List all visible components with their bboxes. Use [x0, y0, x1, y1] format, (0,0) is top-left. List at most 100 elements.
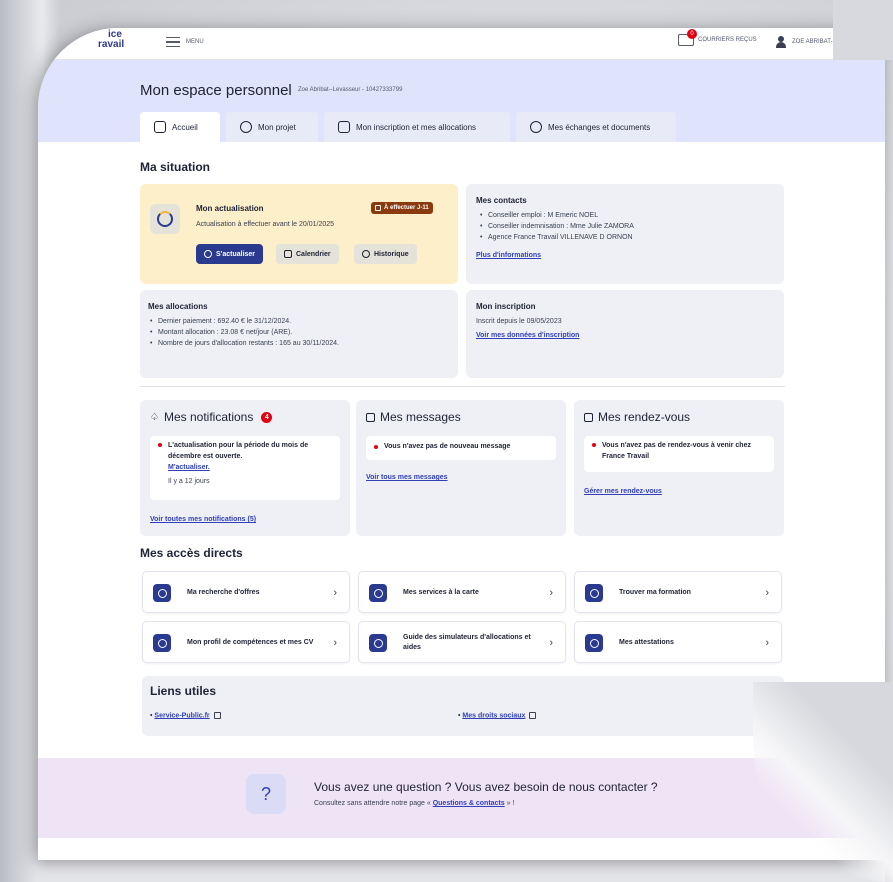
rdv-title: Mes rendez-vous — [598, 410, 691, 424]
mail-button[interactable]: 0 COURRIERS REÇUS — [678, 29, 757, 46]
actualisation-title: Mon actualisation — [196, 204, 264, 213]
notification-item: L'actualisation pour la période du mois … — [150, 436, 340, 500]
simulator-icon — [369, 634, 387, 652]
lien-label: Service-Public.fr — [154, 712, 210, 720]
inscription-card: Mon inscription Inscrit depuis le 09/05/… — [466, 290, 784, 378]
history-icon — [362, 250, 370, 258]
actualisation-text: Actualisation à effectuer avant le 20/01… — [196, 221, 335, 228]
mail-label: COURRIERS REÇUS — [698, 37, 757, 43]
menu-label: MENU — [186, 39, 204, 45]
status-badge: À effectuer J-11 — [371, 202, 433, 214]
acces-label: Mon profil de compétences et mes CV — [187, 639, 314, 646]
lien-droits-sociaux[interactable]: • Mes droits sociaux — [458, 712, 537, 719]
manage-rdv-link[interactable]: Gérer mes rendez-vous — [584, 488, 662, 495]
message-text: Vous n'avez pas de nouveau message — [384, 443, 511, 450]
chat-icon — [530, 121, 542, 133]
tab-accueil[interactable]: Accueil — [140, 112, 220, 142]
contacts-more-link[interactable]: Plus d'informations — [476, 252, 774, 259]
contact-title: Vous avez une question ? Vous avez besoi… — [314, 780, 658, 794]
section-title-acces: Mes accès directs — [140, 546, 243, 560]
acces-label: Mes attestations — [619, 639, 674, 646]
all-messages-link[interactable]: Voir tous mes messages — [366, 474, 448, 481]
bell-icon: ♤ — [150, 411, 159, 423]
target-icon — [240, 121, 252, 133]
calendar-icon — [284, 250, 292, 258]
info-dot — [592, 443, 596, 447]
notification-action-link[interactable]: M'actualiser. — [168, 464, 210, 471]
contact-sub-prefix: Consultez sans attendre notre page « — [314, 800, 431, 807]
liens-title: Liens utiles — [150, 684, 217, 698]
page-curl-top-right — [833, 0, 893, 60]
list-item: Dernier paiement : 692.40 € le 31/12/202… — [150, 316, 450, 327]
tab-label: Accueil — [172, 122, 198, 132]
button-label: Calendrier — [296, 250, 331, 258]
attestation-icon — [585, 634, 603, 652]
calendar-button[interactable]: Calendrier — [276, 244, 339, 264]
notifications-heading: ♤ Mes notifications 4 — [150, 410, 273, 424]
notifications-card: ♤ Mes notifications 4 L'actualisation po… — [140, 400, 350, 536]
allocations-card: Mes allocations Dernier paiement : 692.4… — [140, 290, 458, 378]
refresh-icon — [204, 250, 212, 258]
lien-service-public[interactable]: • Service-Public.fr — [150, 712, 221, 719]
acces-recherche-offres[interactable]: Ma recherche d'offres › — [142, 571, 350, 613]
button-label: Historique — [374, 250, 409, 258]
list-item: Conseiller emploi : M Emeric NOEL — [480, 210, 774, 221]
refresh-icon — [150, 204, 180, 234]
acces-label: Guide des simulateurs d'allocations et a… — [403, 634, 531, 651]
search-icon — [153, 584, 171, 602]
list-item: Agence France Travail VILLENAVE D ORNON — [480, 232, 774, 243]
tab-inscription[interactable]: Mon inscription et mes allocations — [324, 112, 510, 142]
status-label: À effectuer J-11 — [384, 205, 429, 211]
notifications-title: Mes notifications — [163, 410, 254, 424]
actualiser-button[interactable]: S'actualiser — [196, 244, 264, 264]
all-notifications-link[interactable]: Voir toutes mes notifications (5) — [150, 516, 256, 523]
allocations-list: Dernier paiement : 692.40 € le 31/12/202… — [148, 316, 450, 349]
acces-label: Trouver ma formation — [619, 589, 691, 596]
inscription-text: Inscrit depuis le 09/05/2023 — [476, 318, 562, 325]
contact-subtitle: Consultez sans attendre notre page « Que… — [314, 800, 514, 807]
chevron-right-icon: › — [765, 587, 769, 599]
external-link-icon — [529, 712, 537, 719]
folder-icon — [338, 121, 350, 133]
acces-services-carte[interactable]: Mes services à la carte › — [358, 571, 566, 613]
page-bottom-edge — [38, 860, 885, 882]
messages-heading: Mes messages — [366, 410, 461, 424]
liens-utiles-card: Liens utiles • Service-Public.fr • Mes d… — [142, 676, 784, 736]
acces-simulateurs[interactable]: Guide des simulateurs d'allocations et a… — [358, 621, 566, 663]
question-icon: ? — [246, 774, 286, 814]
mail-icon: 0 — [678, 29, 697, 46]
contact-sub-suffix: » ! — [506, 800, 515, 807]
inscription-title: Mon inscription — [476, 302, 536, 311]
chevron-right-icon: › — [333, 637, 337, 649]
acces-attestations[interactable]: Mes attestations › — [574, 621, 782, 663]
contacts-list: Conseiller emploi : M Emeric NOEL Consei… — [476, 210, 774, 243]
search-icon — [585, 584, 603, 602]
message-item: Vous n'avez pas de nouveau message — [366, 436, 556, 460]
profile-icon — [153, 634, 171, 652]
chevron-right-icon: › — [765, 637, 769, 649]
page-title: Mon espace personnel — [140, 82, 292, 99]
unread-dot — [158, 443, 162, 447]
menu-button[interactable]: MENU — [166, 37, 204, 47]
user-icon — [776, 36, 786, 48]
acces-formation[interactable]: Trouver ma formation › — [574, 571, 782, 613]
notification-time: Il y a 12 jours — [168, 478, 210, 485]
calendar-icon — [375, 205, 381, 211]
tab-mon-projet[interactable]: Mon projet — [226, 112, 318, 142]
contacts-title: Mes contacts — [476, 196, 527, 205]
acces-profil-cv[interactable]: Mon profil de compétences et mes CV › — [142, 621, 350, 663]
info-dot — [374, 445, 378, 449]
tab-label: Mon projet — [258, 122, 296, 132]
history-button[interactable]: Historique — [354, 244, 417, 264]
tab-echanges[interactable]: Mes échanges et documents — [516, 112, 676, 142]
logo[interactable]: ice ravail — [98, 30, 124, 50]
notification-text: L'actualisation pour la période du mois … — [168, 442, 309, 460]
questions-contacts-link[interactable]: Questions & contacts — [433, 800, 505, 807]
mail-count-badge: 0 — [687, 29, 697, 39]
chevron-right-icon: › — [549, 587, 553, 599]
top-bar: ice ravail MENU 0 COURRIERS REÇUS ZOE AB… — [38, 28, 885, 60]
allocations-title: Mes allocations — [148, 302, 208, 311]
rdv-text: Vous n'avez pas de rendez-vous à venir c… — [602, 442, 751, 460]
inscription-link[interactable]: Voir mes données d'inscription — [476, 332, 774, 339]
hamburger-icon — [166, 37, 180, 47]
